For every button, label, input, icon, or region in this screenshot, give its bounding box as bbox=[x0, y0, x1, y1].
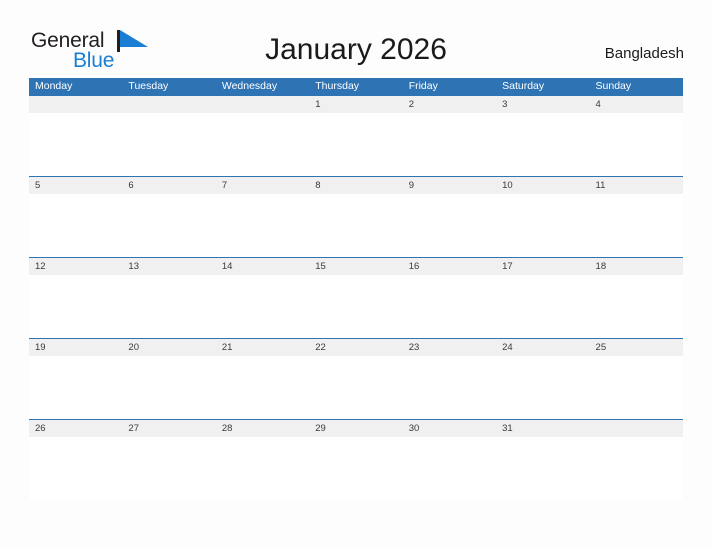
week-daynumber-band: 19 20 21 22 23 24 25 bbox=[29, 339, 683, 356]
week-daynumber-band: 26 27 28 29 30 31 bbox=[29, 420, 683, 437]
day-cell[interactable]: 11 bbox=[590, 177, 683, 194]
day-cell[interactable]: 24 bbox=[496, 339, 589, 356]
week-note-area[interactable] bbox=[29, 275, 683, 337]
week-row: 12 13 14 15 16 17 18 bbox=[29, 257, 683, 338]
day-cell[interactable]: 14 bbox=[216, 258, 309, 275]
day-cell[interactable]: 22 bbox=[309, 339, 402, 356]
week-daynumber-band: 12 13 14 15 16 17 18 bbox=[29, 258, 683, 275]
day-cell[interactable] bbox=[122, 96, 215, 113]
day-cell[interactable]: 3 bbox=[496, 96, 589, 113]
page-header: General Blue January 2026 Bangladesh bbox=[0, 0, 712, 78]
week-row: 1 2 3 4 bbox=[29, 95, 683, 176]
weekday-header-tuesday: Tuesday bbox=[128, 80, 169, 92]
weekday-header-row: Monday Tuesday Wednesday Thursday Friday… bbox=[29, 78, 683, 95]
day-cell[interactable] bbox=[590, 420, 683, 437]
day-cell[interactable]: 18 bbox=[590, 258, 683, 275]
day-cell[interactable]: 25 bbox=[590, 339, 683, 356]
day-cell[interactable]: 20 bbox=[122, 339, 215, 356]
day-cell[interactable]: 6 bbox=[122, 177, 215, 194]
day-cell[interactable]: 28 bbox=[216, 420, 309, 437]
week-note-area[interactable] bbox=[29, 356, 683, 418]
day-cell[interactable]: 26 bbox=[29, 420, 122, 437]
day-cell[interactable]: 7 bbox=[216, 177, 309, 194]
week-row: 26 27 28 29 30 31 bbox=[29, 419, 683, 500]
day-cell[interactable]: 5 bbox=[29, 177, 122, 194]
weekday-header-monday: Monday bbox=[35, 80, 73, 92]
weekday-header-thursday: Thursday bbox=[315, 80, 360, 92]
day-cell[interactable]: 9 bbox=[403, 177, 496, 194]
day-cell[interactable]: 16 bbox=[403, 258, 496, 275]
day-cell[interactable]: 1 bbox=[309, 96, 402, 113]
calendar-grid: Monday Tuesday Wednesday Thursday Friday… bbox=[29, 78, 683, 500]
weekday-header-saturday: Saturday bbox=[502, 80, 545, 92]
week-daynumber-band: 1 2 3 4 bbox=[29, 96, 683, 113]
week-row: 5 6 7 8 9 10 11 bbox=[29, 176, 683, 257]
weekday-header-friday: Friday bbox=[408, 80, 438, 92]
week-row: 19 20 21 22 23 24 25 bbox=[29, 338, 683, 419]
day-cell[interactable]: 31 bbox=[496, 420, 589, 437]
weekday-header-sunday: Sunday bbox=[595, 80, 632, 92]
day-cell[interactable]: 29 bbox=[309, 420, 402, 437]
day-cell[interactable]: 8 bbox=[309, 177, 402, 194]
day-cell[interactable]: 27 bbox=[122, 420, 215, 437]
day-cell[interactable]: 4 bbox=[590, 96, 683, 113]
day-cell[interactable]: 12 bbox=[29, 258, 122, 275]
day-cell[interactable]: 13 bbox=[122, 258, 215, 275]
day-cell[interactable]: 15 bbox=[309, 258, 402, 275]
week-note-area[interactable] bbox=[29, 437, 683, 499]
day-cell[interactable]: 17 bbox=[496, 258, 589, 275]
day-cell[interactable]: 10 bbox=[496, 177, 589, 194]
day-cell[interactable]: 2 bbox=[403, 96, 496, 113]
day-cell[interactable] bbox=[29, 96, 122, 113]
day-cell[interactable] bbox=[216, 96, 309, 113]
day-cell[interactable]: 23 bbox=[403, 339, 496, 356]
day-cell[interactable]: 19 bbox=[29, 339, 122, 356]
day-cell[interactable]: 30 bbox=[403, 420, 496, 437]
week-daynumber-band: 5 6 7 8 9 10 11 bbox=[29, 177, 683, 194]
country-label: Bangladesh bbox=[604, 45, 684, 62]
week-note-area[interactable] bbox=[29, 113, 683, 175]
weekday-header-wednesday: Wednesday bbox=[221, 80, 278, 92]
day-cell[interactable]: 21 bbox=[216, 339, 309, 356]
week-note-area[interactable] bbox=[29, 194, 683, 256]
